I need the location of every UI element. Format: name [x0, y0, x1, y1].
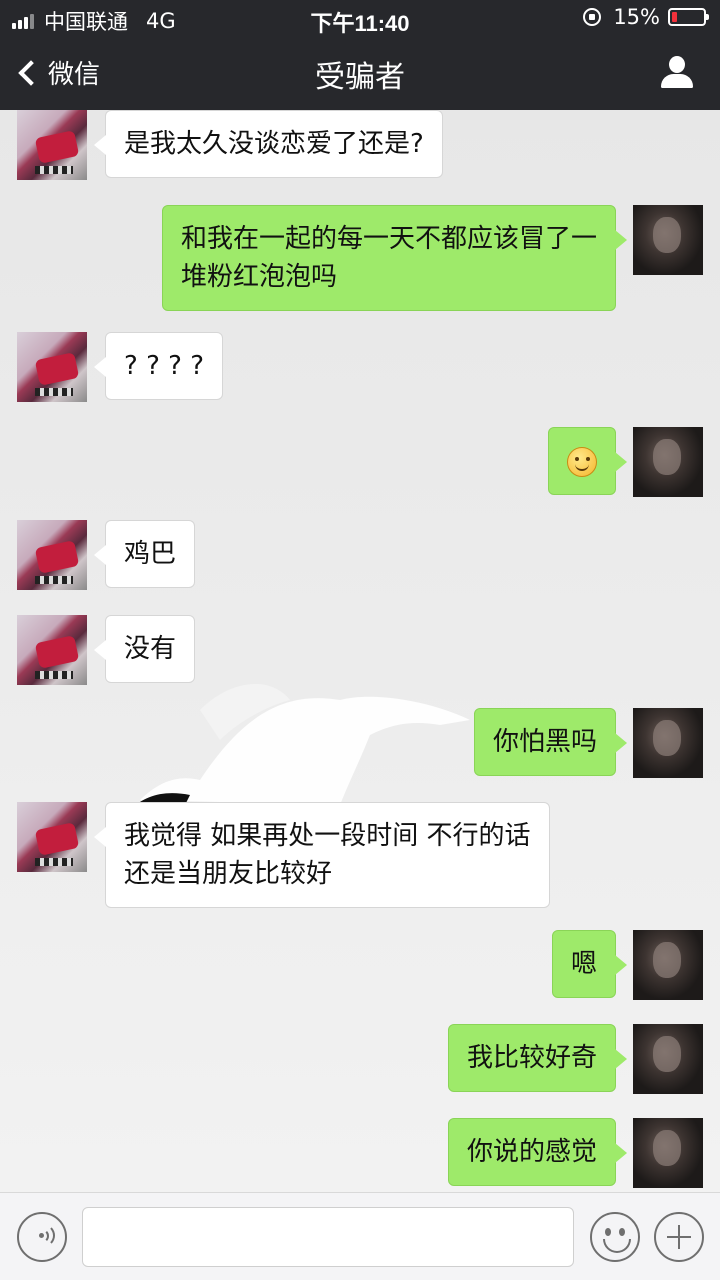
voice-icon[interactable]: [17, 1212, 67, 1262]
message-text: 你怕黑吗: [492, 727, 597, 757]
message-text: ? ? ? ?: [124, 351, 204, 381]
sent-message-bubble[interactable]: 和我在一起的每一天不都应该冒了一 堆粉红泡泡吗: [161, 205, 628, 311]
message-text: 鸡巴: [124, 539, 177, 569]
sent-message-bubble[interactable]: 你怕黑吗: [473, 708, 628, 776]
status-bar: 中国联通 4G 下午11:40 15%: [0, 0, 720, 36]
message-input[interactable]: [82, 1207, 574, 1267]
sent-message-bubble[interactable]: 我比较好奇: [447, 1024, 628, 1092]
my-avatar[interactable]: [633, 427, 703, 497]
message-text: 我觉得 如果再处一段时间 不行的话 还是当朋友比较好: [124, 821, 531, 889]
received-message-bubble[interactable]: ? ? ? ?: [94, 332, 223, 400]
my-avatar[interactable]: [633, 1024, 703, 1094]
my-avatar[interactable]: [633, 205, 703, 275]
my-avatar[interactable]: [633, 930, 703, 1000]
message-text: 没有: [124, 634, 177, 664]
contact-avatar[interactable]: [17, 110, 87, 180]
rotation-lock-icon: [583, 8, 602, 26]
emoji-icon[interactable]: [590, 1212, 640, 1262]
sent-message-bubble[interactable]: 你说的感觉: [447, 1118, 628, 1186]
message-text: 是我太久没谈恋爱了还是?: [124, 129, 424, 159]
smiley-icon: [567, 446, 597, 477]
person-icon[interactable]: [660, 56, 694, 90]
message-text: 我比较好奇: [466, 1043, 597, 1073]
message-text: 和我在一起的每一天不都应该冒了一 堆粉红泡泡吗: [180, 224, 597, 292]
input-bar: [0, 1192, 720, 1280]
contact-avatar[interactable]: [17, 802, 87, 872]
chat-area[interactable]: 是我太久没谈恋爱了还是? 和我在一起的每一天不都应该冒了一 堆粉红泡泡吗 ? ? ?…: [0, 110, 720, 1192]
plus-icon[interactable]: [654, 1212, 704, 1262]
received-message-bubble[interactable]: 没有: [93, 615, 196, 683]
nav-bar: 微信 受骗者: [0, 36, 720, 110]
message-text: 你说的感觉: [466, 1137, 597, 1167]
battery-percent: 15%: [613, 5, 660, 29]
chat-title: 受骗者: [315, 60, 405, 95]
swan-background-image: [130, 683, 470, 815]
received-message-bubble[interactable]: 我觉得 如果再处一段时间 不行的话 还是当朋友比较好: [94, 802, 550, 908]
sent-message-bubble[interactable]: 嗯: [551, 930, 628, 998]
contact-avatar[interactable]: [17, 332, 87, 402]
received-message-bubble[interactable]: 鸡巴: [93, 520, 196, 588]
message-text: 嗯: [570, 949, 597, 979]
my-avatar[interactable]: [633, 708, 703, 778]
sent-message-bubble[interactable]: [548, 427, 627, 495]
contact-avatar[interactable]: [17, 520, 87, 590]
my-avatar[interactable]: [633, 1118, 703, 1188]
received-message-bubble[interactable]: 是我太久没谈恋爱了还是?: [94, 110, 443, 178]
contact-avatar[interactable]: [17, 615, 87, 685]
battery-icon: [668, 8, 709, 26]
